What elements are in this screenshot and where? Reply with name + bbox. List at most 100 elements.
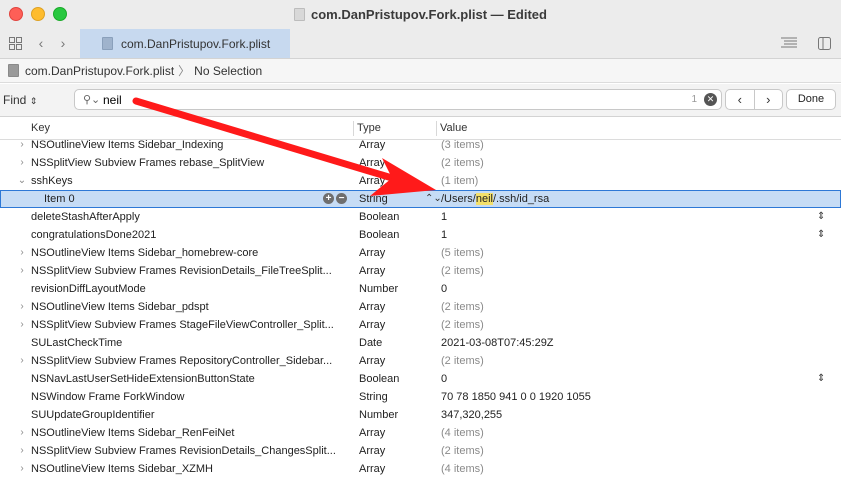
- plist-file-icon: [102, 37, 113, 50]
- row-type: Array: [359, 301, 386, 313]
- table-row[interactable]: SUUpdateGroupIdentifier Number 347,320,2…: [0, 406, 841, 424]
- next-match-button[interactable]: ›: [755, 90, 783, 109]
- value-stepper-icon[interactable]: ⇕: [817, 226, 825, 244]
- jump-bar: com.DanPristupov.Fork.plist 〉 No Selecti…: [0, 59, 841, 83]
- row-value: (2 items): [441, 301, 484, 313]
- column-type[interactable]: Type: [357, 122, 381, 134]
- disclosure-triangle-icon[interactable]: ›: [17, 352, 27, 370]
- row-value: (5 items): [441, 247, 484, 259]
- window-title-group: com.DanPristupov.Fork.plist — Edited: [294, 7, 547, 22]
- table-row[interactable]: › NSOutlineView Items Sidebar_RenFeiNet …: [0, 424, 841, 442]
- column-divider[interactable]: [353, 121, 354, 136]
- table-row[interactable]: › NSSplitView Subview Frames StageFileVi…: [0, 316, 841, 334]
- table-row[interactable]: › NSOutlineView Items Sidebar_Indexing A…: [0, 136, 841, 154]
- table-row[interactable]: › NSOutlineView Items Sidebar_XZMH Array…: [0, 460, 841, 478]
- row-key: NSSplitView Subview Frames RepositoryCon…: [31, 355, 333, 367]
- row-value: (2 items): [441, 445, 484, 457]
- row-key: NSSplitView Subview Frames RevisionDetai…: [31, 445, 336, 457]
- match-count: 1: [691, 94, 697, 105]
- value-stepper-icon[interactable]: ⇕: [817, 370, 825, 388]
- table-row[interactable]: › NSOutlineView Items Sidebar_homebrew-c…: [0, 244, 841, 262]
- title-bar: com.DanPristupov.Fork.plist — Edited: [0, 0, 841, 28]
- row-key: SUUpdateGroupIdentifier: [31, 409, 155, 421]
- table-row[interactable]: › NSOutlineView Items Sidebar_pdspt Arra…: [0, 298, 841, 316]
- editor-options-icon[interactable]: [780, 34, 798, 52]
- table-row[interactable]: deleteStashAfterApply Boolean 1 ⇕: [0, 208, 841, 226]
- updown-chevron-icon: ⇕: [29, 96, 38, 106]
- table-row[interactable]: › NSSplitView Subview Frames rebase_Spli…: [0, 154, 841, 172]
- match-navigation: ‹ ›: [725, 89, 783, 110]
- maximize-window-button[interactable]: [53, 7, 67, 21]
- value-stepper-icon[interactable]: ⇕: [817, 208, 825, 226]
- find-mode-popup[interactable]: Find ⇕: [3, 93, 37, 107]
- disclosure-triangle-icon[interactable]: ›: [17, 136, 27, 154]
- row-value[interactable]: /Users/neil/.ssh/id_rsa: [441, 190, 549, 208]
- back-chevron-icon[interactable]: ‹: [32, 34, 50, 52]
- row-value: 0: [441, 373, 448, 385]
- tab-plist-file[interactable]: com.DanPristupov.Fork.plist: [80, 29, 290, 58]
- column-divider[interactable]: [436, 121, 437, 136]
- disclosure-triangle-icon[interactable]: ›: [17, 244, 27, 262]
- row-key: revisionDiffLayoutMode: [31, 283, 146, 295]
- search-icon[interactable]: ⚲⌄: [83, 93, 100, 106]
- disclosure-triangle-icon[interactable]: ›: [17, 442, 27, 460]
- close-window-button[interactable]: [9, 7, 23, 21]
- find-bar: Find ⇕ ⚲⌄ 1 ✕ ‹ › Done: [0, 84, 841, 117]
- split-editor-icon[interactable]: [815, 34, 833, 52]
- disclosure-triangle-icon[interactable]: ›: [17, 262, 27, 280]
- row-type: Number: [359, 409, 399, 421]
- row-key: NSWindow Frame ForkWindow: [31, 391, 185, 403]
- row-key: deleteStashAfterApply: [31, 211, 140, 223]
- window-title: com.DanPristupov.Fork.plist — Edited: [311, 6, 547, 22]
- row-key: NSOutlineView Items Sidebar_XZMH: [31, 463, 213, 475]
- disclosure-triangle-icon[interactable]: ›: [17, 316, 27, 334]
- plist-file-icon: [8, 64, 19, 77]
- row-edit-controls: + −: [323, 193, 347, 204]
- table-row[interactable]: › NSSplitView Subview Frames RevisionDet…: [0, 442, 841, 460]
- disclosure-triangle-icon[interactable]: ›: [17, 460, 27, 478]
- disclosure-triangle-icon[interactable]: ›: [17, 298, 27, 316]
- document-icon: [294, 7, 306, 21]
- table-row[interactable]: SULastCheckTime Date 2021-03-08T07:45:29…: [0, 334, 841, 352]
- find-field[interactable]: ⚲⌄ 1 ✕: [74, 89, 722, 110]
- table-row[interactable]: ⌄ sshKeys Array (1 item): [0, 172, 841, 190]
- table-row[interactable]: congratulationsDone2021 Boolean 1 ⇕: [0, 226, 841, 244]
- column-value[interactable]: Value: [440, 122, 467, 134]
- row-type: Number: [359, 283, 399, 295]
- find-mode-label: Find: [3, 93, 27, 107]
- table-row[interactable]: NSWindow Frame ForkWindow String 70 78 1…: [0, 388, 841, 406]
- table-row[interactable]: › NSSplitView Subview Frames RevisionDet…: [0, 262, 841, 280]
- tab-label: com.DanPristupov.Fork.plist: [121, 36, 271, 51]
- breadcrumb-chevron-icon: 〉: [178, 64, 191, 78]
- row-type: Array: [359, 319, 386, 331]
- grid-view-icon[interactable]: [6, 34, 24, 52]
- table-row-selected[interactable]: Item 0 + − String ⌃⌄ /Users/neil/.ssh/id…: [0, 190, 841, 208]
- previous-match-button[interactable]: ‹: [726, 90, 755, 109]
- remove-item-icon[interactable]: −: [336, 193, 347, 204]
- disclosure-triangle-icon[interactable]: ›: [17, 154, 27, 172]
- done-button[interactable]: Done: [786, 89, 836, 110]
- row-key: NSSplitView Subview Frames StageFileView…: [31, 319, 334, 331]
- breadcrumb-selection[interactable]: No Selection: [194, 64, 262, 78]
- add-item-icon[interactable]: +: [323, 193, 334, 204]
- row-type: Array: [359, 265, 386, 277]
- search-input[interactable]: [103, 92, 663, 107]
- row-type: Array: [359, 427, 386, 439]
- type-stepper-icon[interactable]: ⌃⌄: [425, 190, 442, 208]
- disclosure-expanded-icon[interactable]: ⌄: [17, 172, 27, 190]
- forward-chevron-icon[interactable]: ›: [54, 34, 72, 52]
- minimize-window-button[interactable]: [31, 7, 45, 21]
- breadcrumb-file[interactable]: com.DanPristupov.Fork.plist: [25, 64, 174, 78]
- table-row[interactable]: › NSSplitView Subview Frames RepositoryC…: [0, 352, 841, 370]
- row-key: sshKeys: [31, 175, 73, 187]
- row-value: (2 items): [441, 355, 484, 367]
- row-type: Array: [359, 463, 386, 475]
- table-row[interactable]: revisionDiffLayoutMode Number 0: [0, 280, 841, 298]
- row-type[interactable]: String: [359, 190, 388, 208]
- value-prefix: /Users/: [441, 193, 476, 205]
- row-value: (2 items): [441, 265, 484, 277]
- column-key[interactable]: Key: [31, 122, 50, 134]
- table-row[interactable]: NSNavLastUserSetHideExtensionButtonState…: [0, 370, 841, 388]
- disclosure-triangle-icon[interactable]: ›: [17, 424, 27, 442]
- clear-search-icon[interactable]: ✕: [704, 93, 717, 106]
